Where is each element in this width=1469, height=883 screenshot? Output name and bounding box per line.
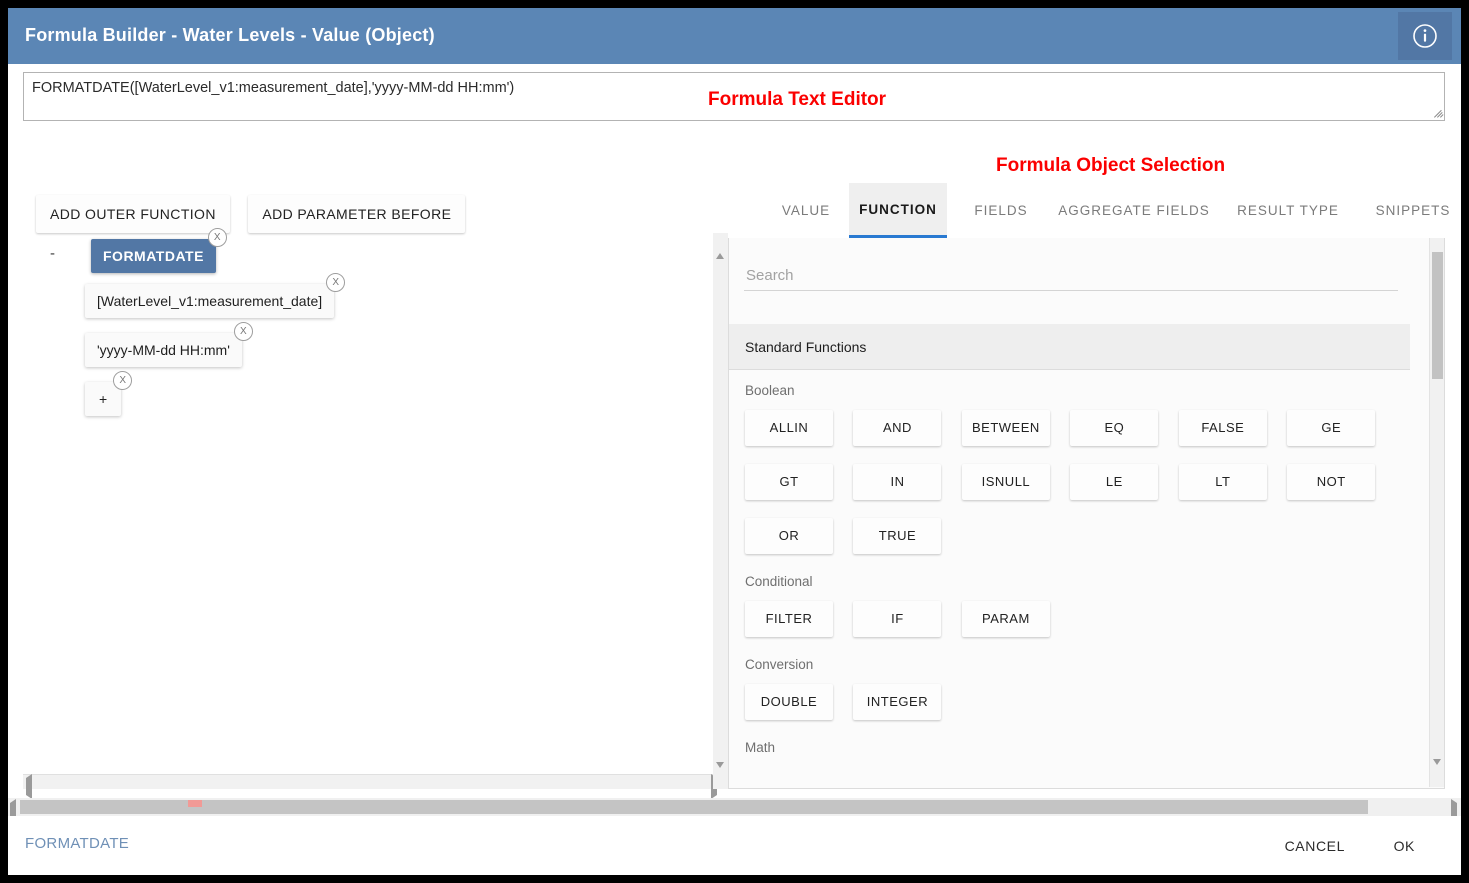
info-circle-icon bbox=[1412, 23, 1438, 49]
scroll-down-arrow-icon[interactable] bbox=[1433, 765, 1441, 783]
cancel-button[interactable]: CANCEL bbox=[1277, 832, 1353, 860]
formula-object-selection: VALUE FUNCTION FIELDS AGGREGATE FIELDS R… bbox=[728, 183, 1445, 789]
function-or[interactable]: OR bbox=[745, 518, 833, 554]
function-double[interactable]: DOUBLE bbox=[745, 684, 833, 720]
function-ge[interactable]: GE bbox=[1287, 410, 1375, 446]
scrollbar-thumb[interactable] bbox=[1432, 252, 1443, 379]
category-label-conditional: Conditional bbox=[745, 574, 1410, 589]
status-text: FORMATDATE bbox=[25, 835, 129, 852]
scroll-up-arrow-icon[interactable] bbox=[716, 236, 724, 254]
formula-tree-view: ADD OUTER FUNCTION ADD PARAMETER BEFORE … bbox=[23, 183, 720, 783]
tab-bar: VALUE FUNCTION FIELDS AGGREGATE FIELDS R… bbox=[728, 183, 1445, 238]
function-row: FILTER IF PARAM bbox=[737, 597, 1410, 643]
tab-value[interactable]: VALUE bbox=[756, 183, 856, 238]
tree-node-format-param[interactable]: 'yyyy-MM-dd HH:mm' X bbox=[85, 333, 242, 367]
tree-horizontal-scrollbar[interactable] bbox=[23, 774, 720, 789]
ok-button[interactable]: OK bbox=[1386, 832, 1423, 860]
function-row: OR TRUE bbox=[737, 514, 1410, 560]
add-outer-function-button[interactable]: ADD OUTER FUNCTION bbox=[36, 195, 230, 233]
function-eq[interactable]: EQ bbox=[1070, 410, 1158, 446]
tree-action-buttons: ADD OUTER FUNCTION ADD PARAMETER BEFORE bbox=[36, 195, 479, 233]
function-category-list: Boolean ALLIN AND BETWEEN EQ FALSE GE GT… bbox=[729, 369, 1410, 787]
function-list-scrollbar[interactable] bbox=[1429, 238, 1444, 787]
function-row: ALLIN AND BETWEEN EQ FALSE GE bbox=[737, 406, 1410, 452]
function-and[interactable]: AND bbox=[853, 410, 941, 446]
function-integer[interactable]: INTEGER bbox=[853, 684, 941, 720]
tree-node-label: + bbox=[99, 391, 107, 407]
function-param[interactable]: PARAM bbox=[962, 601, 1050, 637]
category-label-math: Math bbox=[745, 740, 1410, 755]
tree-node-field-param[interactable]: [WaterLevel_v1:measurement_date] X bbox=[85, 284, 334, 318]
function-in[interactable]: IN bbox=[853, 464, 941, 500]
annotation-formula-text-editor: Formula Text Editor bbox=[708, 89, 886, 111]
function-row: DOUBLE INTEGER bbox=[737, 680, 1410, 726]
tree-node-add-parameter[interactable]: + X bbox=[85, 382, 121, 416]
tree-node-formatdate[interactable]: FORMATDATE X bbox=[91, 239, 216, 273]
function-true[interactable]: TRUE bbox=[853, 518, 941, 554]
tree-node-delete-icon[interactable]: X bbox=[113, 371, 132, 390]
function-filter[interactable]: FILTER bbox=[745, 601, 833, 637]
annotation-formula-object-selection: Formula Object Selection bbox=[996, 155, 1225, 177]
tab-result-type[interactable]: RESULT TYPE bbox=[1217, 183, 1359, 238]
group-header-label: Standard Functions bbox=[745, 339, 866, 355]
search-input[interactable] bbox=[744, 260, 1398, 291]
tree-collapse-toggle[interactable]: - bbox=[50, 245, 55, 262]
tab-fields[interactable]: FIELDS bbox=[953, 183, 1049, 238]
search-area bbox=[729, 238, 1409, 324]
tab-aggregate-fields[interactable]: AGGREGATE FIELDS bbox=[1045, 183, 1223, 238]
function-isnull[interactable]: ISNULL bbox=[962, 464, 1050, 500]
category-label-conversion: Conversion bbox=[745, 657, 1410, 672]
standard-functions-header: Standard Functions bbox=[729, 324, 1410, 370]
tree-node-label: FORMATDATE bbox=[103, 248, 204, 264]
scrollbar-thumb[interactable] bbox=[20, 800, 1368, 814]
function-if[interactable]: IF bbox=[853, 601, 941, 637]
dialog-footer: FORMATDATE CANCEL OK bbox=[8, 816, 1461, 875]
page-title: Formula Builder - Water Levels - Value (… bbox=[25, 25, 435, 46]
window-horizontal-scrollbar[interactable] bbox=[8, 798, 1461, 816]
scrollbar-marker bbox=[188, 800, 202, 807]
function-between[interactable]: BETWEEN bbox=[962, 410, 1050, 446]
tree-node-delete-icon[interactable]: X bbox=[234, 322, 253, 341]
function-le[interactable]: LE bbox=[1070, 464, 1158, 500]
scroll-left-arrow-icon[interactable] bbox=[26, 778, 32, 796]
info-button[interactable] bbox=[1398, 12, 1452, 60]
tab-function[interactable]: FUNCTION bbox=[849, 183, 947, 238]
category-label-boolean: Boolean bbox=[745, 383, 1410, 398]
function-browser: Standard Functions Boolean ALLIN AND BET… bbox=[728, 238, 1445, 789]
function-lt[interactable]: LT bbox=[1179, 464, 1267, 500]
tree-node-label: [WaterLevel_v1:measurement_date] bbox=[97, 293, 322, 309]
formula-builder-dialog: Formula Builder - Water Levels - Value (… bbox=[8, 8, 1461, 875]
tree-node-delete-icon[interactable]: X bbox=[326, 273, 345, 292]
scroll-down-arrow-icon[interactable] bbox=[716, 768, 724, 786]
function-gt[interactable]: GT bbox=[745, 464, 833, 500]
tree-node-label: 'yyyy-MM-dd HH:mm' bbox=[97, 342, 230, 358]
function-row: GT IN ISNULL LE LT NOT bbox=[737, 460, 1410, 506]
tab-snippets[interactable]: SNIPPETS bbox=[1353, 183, 1461, 238]
add-parameter-before-button[interactable]: ADD PARAMETER BEFORE bbox=[248, 195, 465, 233]
function-allin[interactable]: ALLIN bbox=[745, 410, 833, 446]
tree-node-delete-icon[interactable]: X bbox=[208, 228, 227, 247]
tree-vertical-scrollbar[interactable] bbox=[713, 233, 728, 789]
function-false[interactable]: FALSE bbox=[1179, 410, 1267, 446]
function-not[interactable]: NOT bbox=[1287, 464, 1375, 500]
title-bar: Formula Builder - Water Levels - Value (… bbox=[8, 8, 1461, 64]
